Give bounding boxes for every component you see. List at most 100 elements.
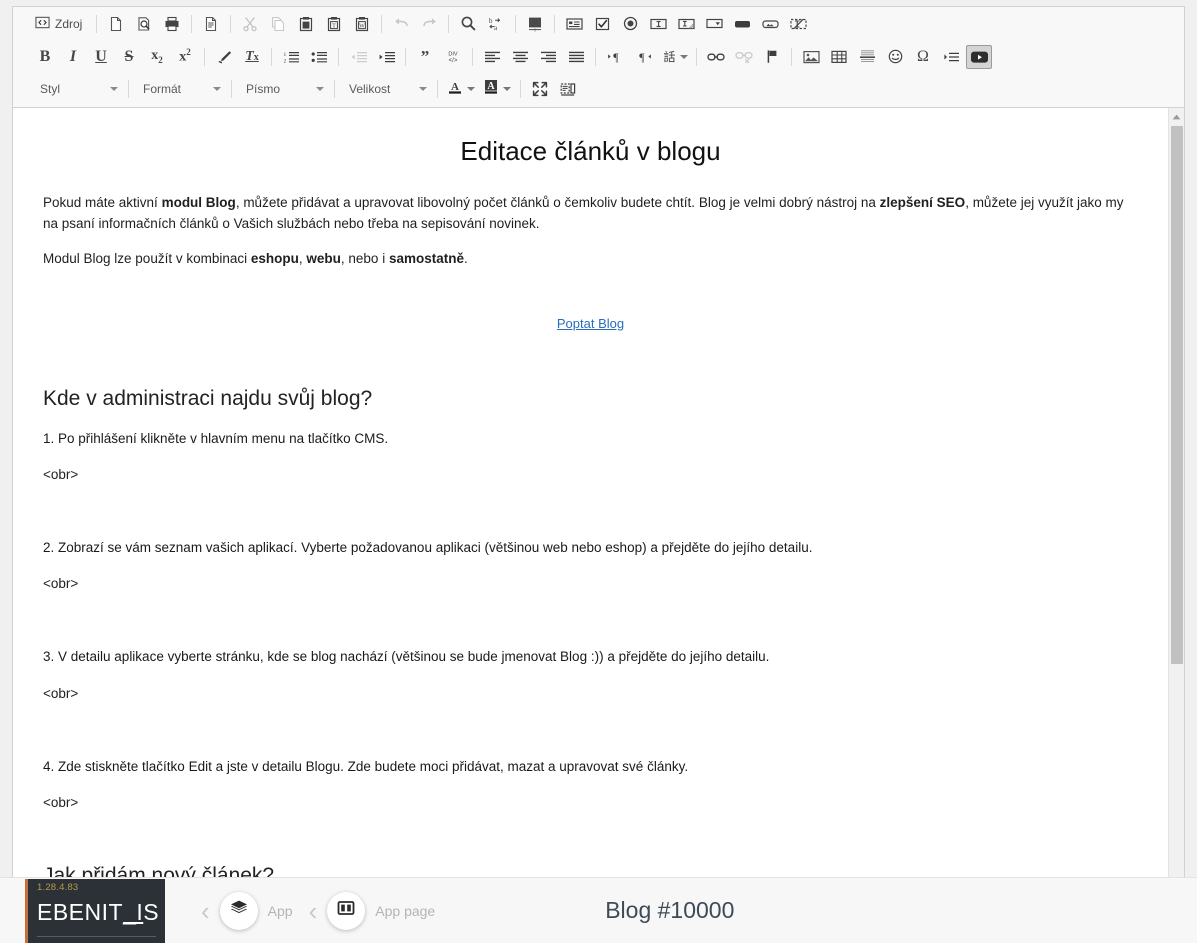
strikethrough-icon: S [124,47,134,65]
breadcrumb-label-app[interactable]: App [268,903,293,919]
intro-paragraph: Pokud máte aktivní modul Blog, můžete př… [43,193,1138,235]
print-icon [164,16,180,32]
quote-icon: ” [420,46,430,66]
bulleted-list-icon [311,50,328,64]
svg-text:</>: </> [449,58,458,64]
scrollbar-thumb[interactable] [1171,126,1183,664]
align-left-button[interactable] [479,45,505,69]
eraser-icon [216,49,233,64]
chevron-down-icon [110,87,118,91]
toolbar-separator [96,14,98,33]
blockquote-button[interactable]: ” [412,45,438,69]
image-button[interactable] [798,45,824,69]
breadcrumb-item-app[interactable] [219,891,258,930]
breadcrumb-label-app-page[interactable]: App page [375,903,435,919]
bold-button[interactable]: B [32,45,58,69]
copy-button[interactable] [265,12,291,36]
italic-button[interactable]: I [60,45,86,69]
numbered-list-button[interactable]: 1 2 [278,45,304,69]
style-dropdown[interactable]: Styl [31,77,123,101]
paste-as-text-button[interactable]: T [321,12,347,36]
size-dropdown[interactable]: Velikost [340,77,432,101]
ebenit-logo[interactable]: 1.28.4.83 EBENIT_IS [25,878,165,943]
maximize-icon [532,81,548,97]
replace-button[interactable]: b a [483,12,509,36]
table-button[interactable] [826,45,852,69]
link-button[interactable] [703,45,729,69]
redo-button[interactable] [416,12,442,36]
new-page-icon [108,16,124,32]
remove-format-button[interactable] [211,45,237,69]
font-dropdown[interactable]: Písmo [237,77,329,101]
superscript-button[interactable]: x2 [172,45,198,69]
toolbar-separator [405,47,406,66]
editor-content-area[interactable]: Editace článků v blogu Pokud máte aktivn… [13,108,1168,877]
anchor-button[interactable] [759,45,785,69]
clear-formatting-button[interactable]: Tx [239,45,265,69]
new-page-button[interactable] [103,12,129,36]
button-field-button[interactable] [729,12,755,36]
templates-button[interactable] [198,12,224,36]
scrollbar-up-arrow[interactable] [1169,110,1184,124]
toolbar-separator [520,80,521,98]
breadcrumb-back-arrow-app[interactable]: ‹ [201,898,210,924]
svg-text:A: A [451,81,459,93]
obr-placeholder-3: <obr> [43,685,79,701]
toolbar-separator [515,14,517,33]
outdent-button[interactable] [345,45,371,69]
form-button[interactable] [561,12,587,36]
create-div-button[interactable]: DIV </> [440,45,466,69]
indent-button[interactable] [373,45,399,69]
image-button-button[interactable] [757,12,783,36]
preview-icon [136,16,152,32]
language-button[interactable]: 話 [658,45,690,69]
toolbar-separator [231,80,232,98]
find-button[interactable] [455,12,481,36]
text-field-button[interactable] [645,12,671,36]
checkbox-button[interactable] [589,12,615,36]
radio-button-button[interactable] [617,12,643,36]
toolbar-separator [437,80,438,98]
print-button[interactable] [159,12,185,36]
source-button[interactable]: Zdroj [31,11,89,37]
bulleted-list-button[interactable] [306,45,332,69]
breadcrumb-item-app-page[interactable] [327,891,366,930]
undo-button[interactable] [388,12,414,36]
background-color-button[interactable]: A [479,76,515,102]
page-break-button[interactable] [938,45,964,69]
youtube-button[interactable] [966,44,992,69]
smiley-button[interactable] [882,45,908,69]
poptat-blog-link[interactable]: Poptat Blog [557,316,624,331]
usage-text-1: Modul Blog lze použít v kombinaci [43,250,251,266]
underline-button[interactable]: U [88,45,114,69]
breadcrumb-back-arrow-app-page[interactable]: ‹ [309,898,318,924]
chevron-down-icon [419,87,427,91]
subscript-button[interactable]: x2 [144,45,170,69]
paste-button[interactable] [293,12,319,36]
text-direction-rtl-button[interactable]: ¶ [630,45,656,69]
toolbar-separator [595,47,596,66]
align-center-button[interactable] [507,45,533,69]
align-right-button[interactable] [535,45,561,69]
toolbar-separator [191,14,193,33]
text-color-button[interactable]: A [443,76,479,102]
preview-button[interactable] [131,12,157,36]
maximize-button[interactable] [527,77,553,101]
unlink-button[interactable] [731,45,757,69]
text-direction-ltr-button[interactable]: ¶ [602,45,628,69]
select-field-button[interactable] [701,12,727,36]
show-blocks-button[interactable] [555,77,581,101]
align-justify-button[interactable] [563,45,589,69]
strikethrough-button[interactable]: S [116,45,142,69]
hidden-field-button[interactable] [785,12,811,36]
special-char-button[interactable]: Ω [910,45,936,69]
paste-from-word-button[interactable]: W [349,12,375,36]
format-dropdown[interactable]: Formát [134,77,226,101]
editor-scrollbar[interactable] [1168,108,1184,877]
toolbar-separator [271,47,272,66]
horizontal-rule-button[interactable] [854,45,880,69]
select-all-button[interactable]: I [522,12,548,36]
svg-text:A: A [487,81,495,92]
textarea-button[interactable] [673,12,699,36]
cut-button[interactable] [237,12,263,36]
